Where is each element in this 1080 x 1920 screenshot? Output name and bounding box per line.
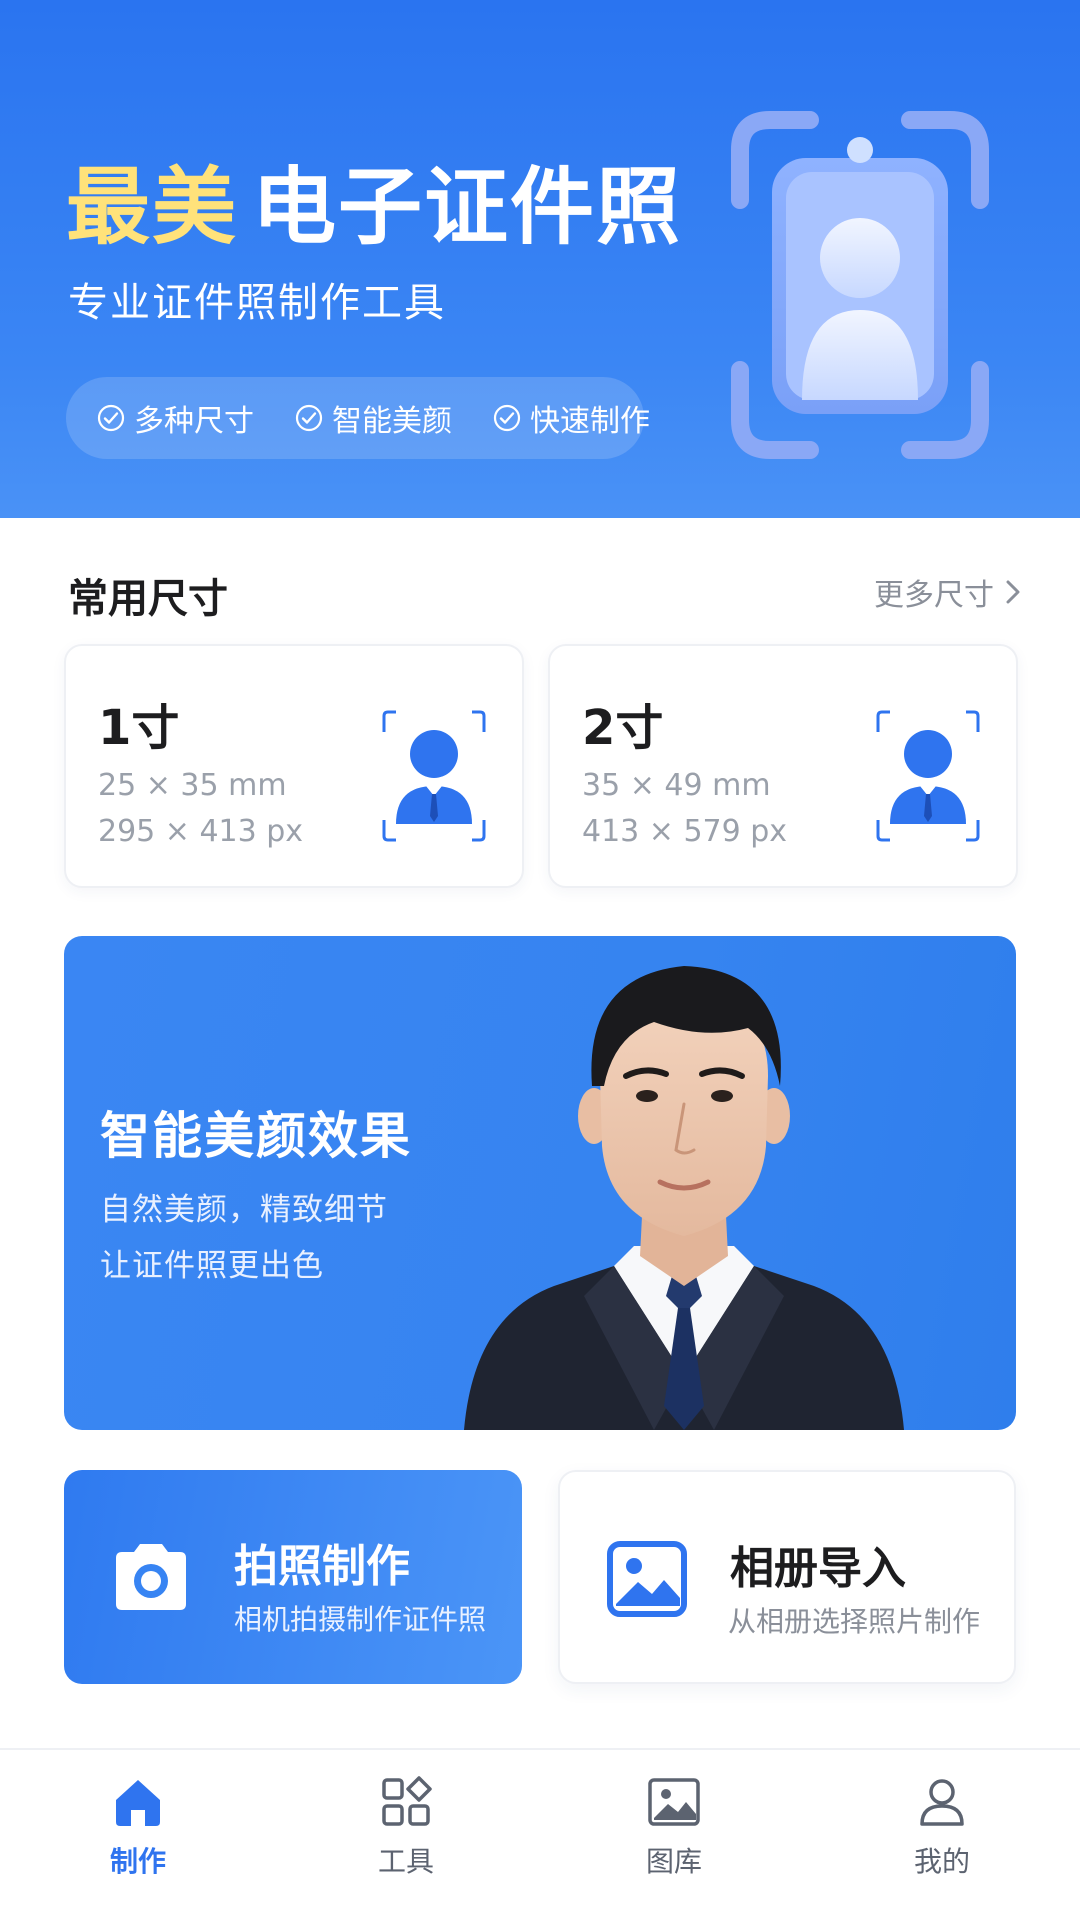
take-photo-subtitle: 相机拍摄制作证件照: [234, 1603, 487, 1636]
beauty-effect-banner[interactable]: 智能美颜效果 自然美颜，精致细节 让证件照更出色: [64, 936, 1016, 1430]
app-screen: 最美 电子证件照 专业证件照制作工具 多种尺寸 智能美颜 快速制作 常用尺寸 更…: [0, 0, 1080, 1920]
take-photo-title: 拍照制作: [234, 1541, 410, 1592]
feature-item: 智能美颜: [294, 396, 452, 440]
album-import-subtitle: 从相册选择照片制作: [728, 1605, 981, 1638]
album-import-button[interactable]: 相册导入 从相册选择照片制作: [558, 1470, 1016, 1684]
size-name: 2寸: [582, 700, 664, 756]
album-import-title: 相册导入: [730, 1543, 906, 1594]
app-title-accent: 最美: [66, 158, 239, 256]
tab-label: 工具: [377, 1845, 434, 1878]
tab-label: 制作: [109, 1845, 166, 1878]
banner-description-line: 让证件照更出色: [100, 1248, 324, 1284]
tab-label: 我的: [913, 1845, 970, 1878]
feature-label: 智能美颜: [332, 404, 452, 439]
section-title-common-sizes: 常用尺寸: [68, 576, 228, 622]
id-photo-thumbnail-icon: [876, 710, 980, 842]
app-subtitle: 专业证件照制作工具: [68, 280, 446, 326]
feature-pills: 多种尺寸 智能美颜 快速制作: [66, 377, 650, 459]
hero-banner: 最美 电子证件照 专业证件照制作工具 多种尺寸 智能美颜 快速制作: [0, 0, 1080, 518]
size-px: 413 × 579 px: [582, 814, 788, 849]
banner-title: 智能美颜效果: [100, 1107, 412, 1165]
check-circle-icon: [97, 404, 125, 432]
app-title: 最美 电子证件照: [66, 140, 682, 261]
portrait-photo: [464, 966, 904, 1430]
bottom-tab-bar: 制作 工具 图库 我的: [0, 1748, 1080, 1920]
feature-item: 快速制作: [492, 396, 650, 440]
more-sizes-link[interactable]: 更多尺寸: [874, 570, 1022, 614]
size-card-2-inch[interactable]: 2寸 35 × 49 mm 413 × 579 px: [548, 644, 1018, 888]
id-photo-illustration-icon: [731, 111, 989, 459]
banner-description-line: 自然美颜，精致细节: [100, 1192, 388, 1228]
take-photo-button[interactable]: 拍照制作 相机拍摄制作证件照: [64, 1470, 522, 1684]
image-icon: [607, 1541, 687, 1617]
camera-icon: [116, 1544, 186, 1610]
size-mm: 25 × 35 mm: [98, 768, 287, 803]
gallery-icon: [648, 1778, 700, 1826]
home-icon: [116, 1780, 160, 1826]
tab-tools[interactable]: 工具: [336, 1774, 476, 1894]
size-px: 295 × 413 px: [98, 814, 304, 849]
tab-make[interactable]: 制作: [68, 1774, 208, 1894]
chevron-right-icon: [1006, 580, 1020, 604]
feature-label: 多种尺寸: [134, 404, 254, 439]
apps-icon: [382, 1776, 432, 1826]
size-card-1-inch[interactable]: 1寸 25 × 35 mm 295 × 413 px: [64, 644, 524, 888]
tab-me[interactable]: 我的: [872, 1774, 1012, 1894]
id-photo-thumbnail-icon: [382, 710, 486, 842]
tab-gallery[interactable]: 图库: [604, 1774, 744, 1894]
feature-item: 多种尺寸: [96, 396, 254, 440]
app-title-rest: 电子证件照: [252, 158, 683, 256]
check-circle-icon: [493, 404, 521, 432]
more-sizes-label: 更多尺寸: [874, 578, 994, 613]
tab-label: 图库: [645, 1845, 702, 1878]
feature-label: 快速制作: [530, 404, 650, 439]
check-circle-icon: [295, 404, 323, 432]
user-icon: [920, 1779, 964, 1826]
size-mm: 35 × 49 mm: [582, 768, 771, 803]
size-name: 1寸: [98, 700, 180, 756]
